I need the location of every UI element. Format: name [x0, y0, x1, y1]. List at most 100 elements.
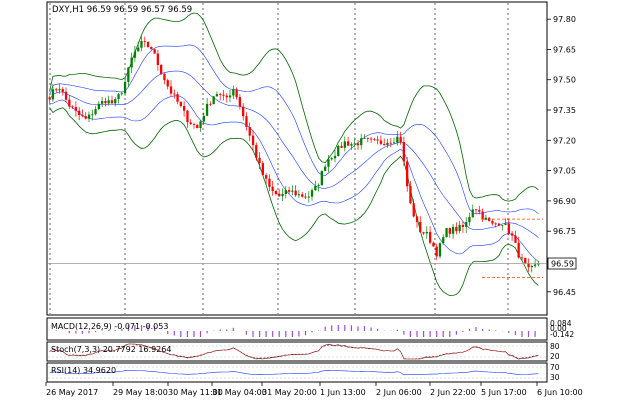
candle-body	[347, 141, 350, 146]
macd-label: MACD(12,26,9) -0.071 -0.053	[51, 322, 168, 331]
last-price-label: 96.59	[551, 260, 574, 269]
time-tick-label: 6 Jun 10:00	[537, 388, 583, 397]
candle-body	[491, 221, 494, 224]
candle-body	[468, 217, 471, 222]
candle-body	[429, 231, 432, 243]
candle-body	[363, 137, 366, 139]
candle-body	[307, 196, 310, 198]
candle-body	[215, 94, 219, 97]
candle-body	[258, 157, 261, 164]
price-axis: 97.80 97.65 97.50 97.35 97.20 97.05 96.90 96.75…	[547, 15, 576, 297]
candle-body	[461, 224, 465, 227]
candle-body	[107, 100, 110, 104]
candle-body	[81, 115, 84, 117]
candle-body	[392, 142, 396, 144]
candle-body	[494, 223, 497, 225]
candle-body	[511, 233, 514, 236]
candle-body	[268, 178, 271, 187]
candle-body	[186, 110, 189, 123]
candle-body	[61, 89, 64, 92]
candle-body	[97, 103, 100, 110]
candle-body	[114, 99, 117, 104]
time-axis: 26 May 2017 29 May 18:00 30 May 11:0031 Ma…	[45, 382, 583, 397]
candle-body	[425, 231, 428, 234]
candle-body	[140, 41, 143, 48]
candle-body	[438, 243, 442, 257]
candle-body	[150, 47, 153, 50]
candle-body	[294, 190, 297, 196]
candle-body	[179, 101, 182, 107]
candle-body	[478, 209, 481, 212]
candle-body	[117, 94, 120, 100]
chart-title: DXY,H1 96.59 96.59 96.57 96.59	[52, 5, 192, 15]
candle-body	[419, 221, 422, 233]
macd-tick-bottom: -0.142	[550, 330, 574, 339]
candle-body	[481, 211, 484, 220]
candle-body	[251, 135, 255, 146]
price-tick-label: 97.35	[553, 106, 576, 115]
candle-body	[48, 97, 51, 100]
macd-panel: MACD(12,26,9) -0.071 -0.053 0.084 0.00 -…	[46, 317, 574, 341]
candle-body	[383, 143, 386, 146]
candle-body	[222, 94, 225, 96]
candle-body	[366, 137, 369, 139]
candle-body	[68, 99, 71, 107]
last-price-badge: 96.59	[547, 257, 577, 270]
candle-body	[183, 106, 186, 111]
candle-body	[360, 138, 363, 146]
candle-body	[412, 203, 415, 217]
candle-body	[517, 242, 520, 258]
candle-body	[333, 155, 337, 159]
candle-body	[225, 95, 228, 98]
candle-body	[78, 110, 81, 115]
candle-body	[297, 194, 301, 196]
candle-body	[340, 145, 343, 148]
price-tick-label: 97.20	[553, 136, 576, 145]
candle-body	[271, 186, 274, 191]
candle-body	[219, 94, 222, 95]
candle-body	[169, 86, 173, 94]
candle-body	[160, 65, 163, 74]
candle-body	[399, 136, 402, 143]
candle-body	[507, 223, 510, 234]
candle-body	[356, 143, 360, 146]
candle-body	[501, 224, 504, 226]
candle-body	[51, 89, 55, 100]
candle-body	[320, 170, 323, 186]
candle-body	[396, 136, 399, 143]
candle-body	[189, 122, 192, 125]
candle-body	[274, 191, 278, 194]
price-tick-label: 97.05	[553, 167, 576, 176]
candle-body	[146, 41, 150, 47]
candle-body	[343, 141, 346, 148]
candle-body	[163, 74, 166, 81]
candle-body	[261, 163, 264, 176]
candle-body	[465, 222, 468, 227]
candle-body	[281, 194, 284, 197]
candle-body	[130, 57, 133, 68]
candle-body	[110, 100, 114, 104]
candle-body	[64, 91, 68, 100]
candle-body	[406, 161, 409, 187]
candle-body	[435, 246, 438, 257]
candle-body	[58, 89, 61, 91]
price-tick-label: 96.75	[553, 227, 576, 236]
candle-body	[153, 49, 156, 54]
time-tick-label: 31 May 04:00	[212, 388, 267, 397]
candle-body	[422, 232, 425, 234]
candle-body	[327, 159, 330, 167]
main-panel-frame	[46, 1, 548, 316]
time-tick-label: 2 Jun 06:00	[376, 388, 422, 397]
candle-body	[350, 144, 353, 146]
price-tick-label: 97.50	[553, 76, 576, 85]
candle-body	[84, 116, 87, 119]
candle-body	[196, 125, 199, 128]
candle-body	[91, 114, 94, 116]
candle-body	[238, 97, 241, 107]
candle-body	[310, 190, 314, 197]
candle-body	[248, 127, 251, 136]
stochastic-panel: Stoch(7,3,3) 20.7792 16.9264 80 20	[46, 341, 560, 362]
candle-body	[123, 81, 127, 94]
candle-body	[458, 224, 461, 232]
candle-body	[389, 142, 392, 144]
